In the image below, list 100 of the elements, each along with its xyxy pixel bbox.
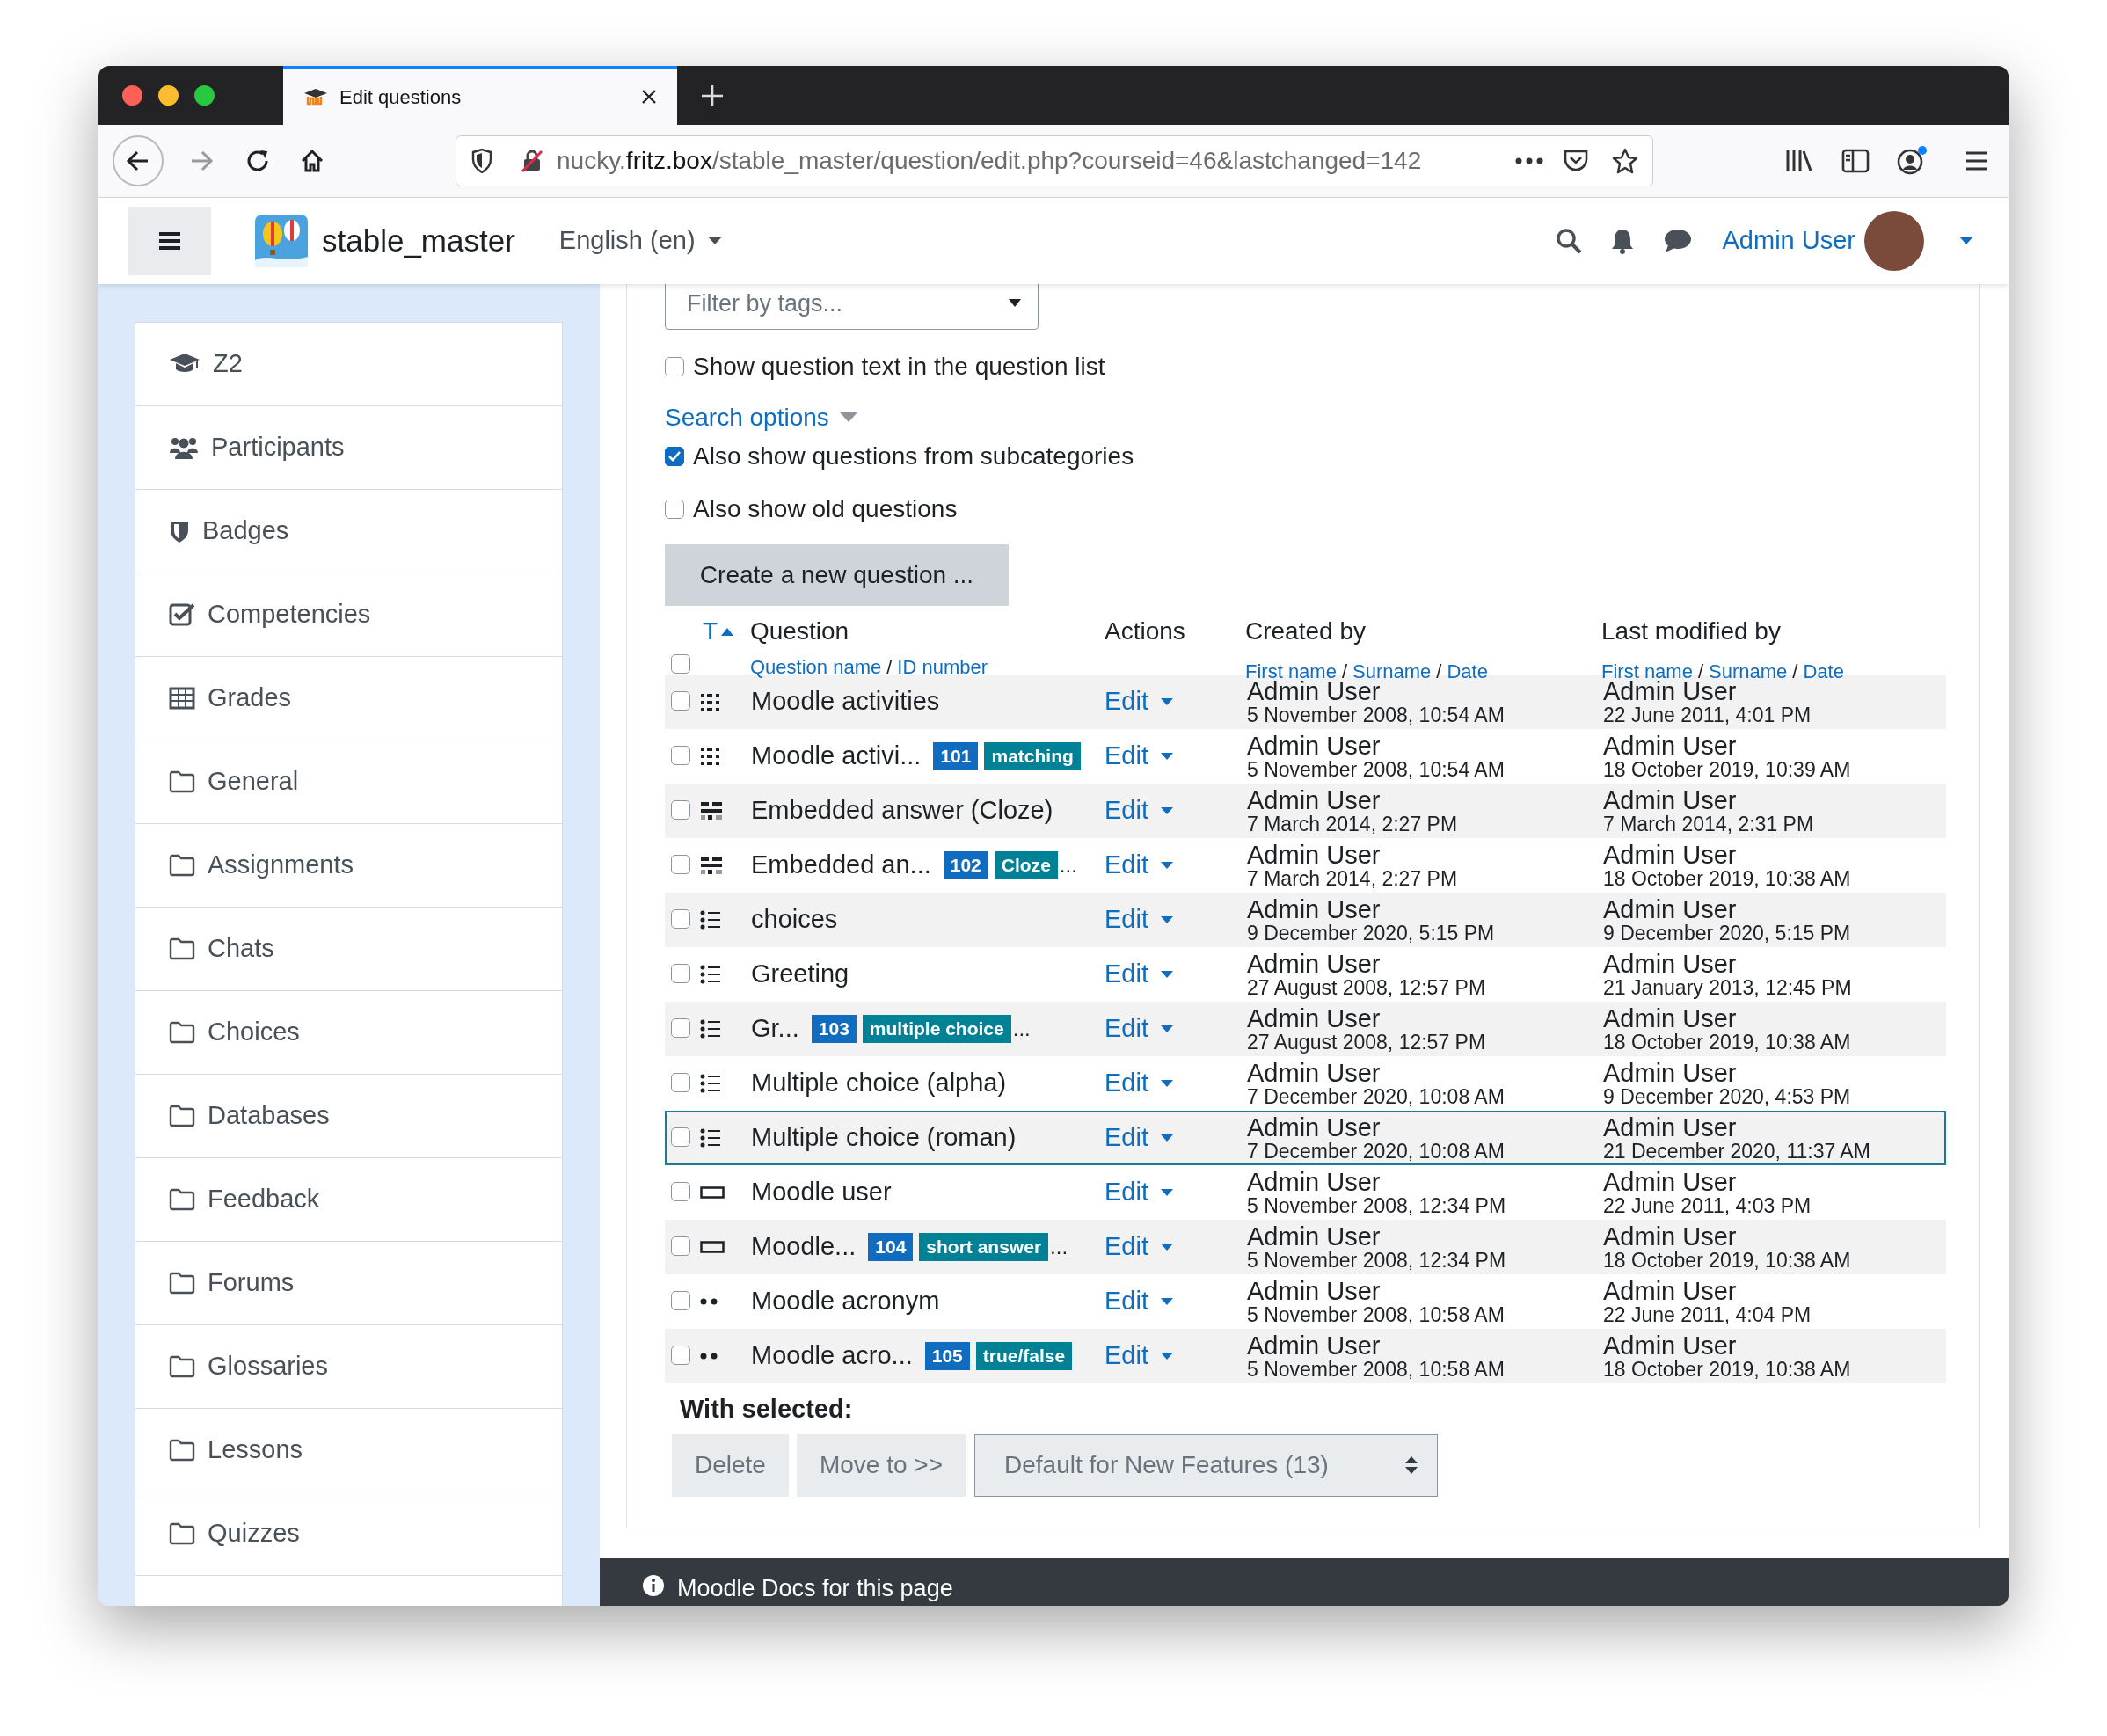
zoom-window-button[interactable] xyxy=(194,85,215,106)
edit-menu-link[interactable]: Edit xyxy=(1105,846,1173,885)
checkbox[interactable] xyxy=(671,963,690,983)
language-menu[interactable]: English (en) xyxy=(558,222,722,260)
question-row[interactable]: Multiple choice (roman) Edit Admin User 7 December 2020, 10:08 AM Admin User 21 December 2020, 11:37 AM xyxy=(665,1111,1946,1165)
search-icon[interactable] xyxy=(1555,228,1582,254)
caret-icon[interactable] xyxy=(1959,237,1973,245)
balloons-logo[interactable] xyxy=(255,215,308,267)
checkbox[interactable] xyxy=(671,1290,690,1310)
bell-icon[interactable] xyxy=(1609,228,1635,254)
checkbox[interactable] xyxy=(665,357,684,376)
checkbox[interactable] xyxy=(671,1181,690,1201)
sidebar-item[interactable]: Forums xyxy=(135,1242,562,1325)
question-row[interactable]: Moodle acro... 105 true/false Edit Admin User 5 November 2008, 10:58 AM Admin User 18 October 2019, 10:38 AM xyxy=(665,1329,1946,1383)
checkbox[interactable] xyxy=(671,1018,690,1038)
insecure-lock-icon[interactable] xyxy=(520,149,544,173)
modified-date: 22 June 2011, 4:03 PM xyxy=(1603,1195,1812,1217)
created-date: 5 November 2008, 12:34 PM xyxy=(1247,1195,1507,1217)
category-select[interactable]: Default for New Features (13) xyxy=(974,1433,1439,1497)
user-menu-link[interactable]: Admin User xyxy=(1722,222,1855,260)
chat-icon[interactable] xyxy=(1662,228,1693,254)
bulk-action-button[interactable]: Move to >> xyxy=(796,1433,966,1497)
folder-icon xyxy=(169,770,195,793)
id-badge: 104 xyxy=(868,1233,914,1261)
checkbox[interactable] xyxy=(671,1345,690,1365)
checkbox[interactable] xyxy=(671,654,690,674)
folder-icon xyxy=(169,854,195,877)
browser-tab[interactable]: Edit questions xyxy=(283,66,677,125)
sidebar-icon[interactable] xyxy=(1841,149,1870,173)
sidebar-item[interactable]: Choices xyxy=(135,991,562,1075)
tag-filter-field[interactable]: Filter by tags... xyxy=(665,284,1039,330)
sidebar-item[interactable]: Z2 xyxy=(135,323,562,406)
creator-name: Admin User xyxy=(1247,786,1382,814)
question-row[interactable]: Embedded answer (Cloze) Edit Admin User 7 March 2014, 2:27 PM Admin User 7 March 2014, 2:31 PM xyxy=(665,784,1946,838)
question-row[interactable]: choices Edit Admin User 9 December 2020, 5:15 PM Admin User 9 December 2020, 5:15 PM xyxy=(665,893,1946,947)
create-question-button[interactable]: Create a new question ... xyxy=(665,544,1009,606)
edit-menu-link[interactable]: Edit xyxy=(1105,1173,1173,1212)
modifier-name: Admin User xyxy=(1603,1004,1738,1032)
close-window-button[interactable] xyxy=(122,85,142,106)
edit-menu-link[interactable]: Edit xyxy=(1105,955,1173,994)
question-row[interactable]: Gr... 103 multiple choice ... Edit Admin User 27 August 2008, 12:57 PM Admin User 18 October 2019, 10:38 AM xyxy=(665,1002,1946,1056)
checkbox[interactable] xyxy=(671,690,690,711)
address-bar[interactable]: nucky.fritz.box/stable_master/question/edit.php?courseid=46&lastchanged=142 xyxy=(456,135,1653,186)
sidebar-item[interactable]: Participants xyxy=(135,406,562,490)
question-row[interactable]: Moodle... 104 short answer ... Edit Admin User 5 November 2008, 12:34 PM Admin User 18 October 2019, 10:38 AM xyxy=(665,1220,1946,1274)
sidebar-item[interactable]: General xyxy=(135,740,562,824)
edit-menu-link[interactable]: Edit xyxy=(1105,1119,1173,1157)
created-date: 9 December 2020, 5:15 PM xyxy=(1247,923,1496,945)
sidebar-item[interactable]: Competencies xyxy=(135,573,562,657)
pocket-icon[interactable] xyxy=(1563,149,1589,173)
bulk-action-button[interactable]: Delete xyxy=(672,1433,789,1497)
checkbox-label[interactable]: Also show old questions xyxy=(693,491,958,528)
back-button[interactable] xyxy=(113,135,164,186)
sidebar-item[interactable]: Quizzes xyxy=(135,1492,562,1576)
minimize-window-button[interactable] xyxy=(158,85,179,106)
docs-link[interactable]: Moodle Docs for this page xyxy=(677,1574,953,1602)
edit-menu-link[interactable]: Edit xyxy=(1105,901,1173,939)
edit-menu-link[interactable]: Edit xyxy=(1105,1064,1173,1103)
modifier-name: Admin User xyxy=(1603,786,1738,814)
edit-menu-link[interactable]: Edit xyxy=(1105,737,1173,776)
checkbox-label[interactable]: Also show questions from subcategories xyxy=(693,438,1134,475)
sort-type-link[interactable]: T xyxy=(700,613,748,650)
home-icon[interactable] xyxy=(299,148,325,174)
checkbox[interactable] xyxy=(671,1072,690,1092)
menu-icon[interactable] xyxy=(1965,150,1989,171)
modified-date: 22 June 2011, 4:04 PM xyxy=(1603,1304,1812,1326)
star-icon[interactable] xyxy=(1612,148,1638,174)
account-icon[interactable] xyxy=(1896,146,1928,176)
checkbox[interactable] xyxy=(671,1236,690,1256)
sidebar-item[interactable]: Badges xyxy=(135,490,562,573)
checkbox[interactable] xyxy=(671,854,690,874)
site-name[interactable]: stable_master xyxy=(322,217,515,265)
checkbox[interactable] xyxy=(671,745,690,765)
checkbox-label[interactable]: Show question text in the question list xyxy=(693,348,1105,385)
edit-menu-link[interactable]: Edit xyxy=(1105,1228,1173,1266)
close-icon[interactable] xyxy=(640,88,658,106)
library-icon[interactable] xyxy=(1785,149,1813,173)
new-tab-icon[interactable] xyxy=(700,83,725,108)
creator-name: Admin User xyxy=(1247,1113,1382,1142)
sidebar-item[interactable]: Grades xyxy=(135,657,562,740)
edit-menu-link[interactable]: Edit xyxy=(1105,1337,1173,1375)
checkbox[interactable] xyxy=(671,1127,690,1147)
edit-menu-link[interactable]: Edit xyxy=(1105,682,1173,721)
edit-menu-link[interactable]: Edit xyxy=(1105,1282,1173,1321)
checkbox[interactable] xyxy=(671,799,690,820)
edit-menu-link[interactable]: Edit xyxy=(1105,1010,1173,1048)
edit-menu-link[interactable]: Edit xyxy=(1105,791,1173,830)
sidebar-item[interactable]: Glossaries xyxy=(135,1325,562,1409)
sidebar-item[interactable]: Feedback xyxy=(135,1158,562,1242)
search-options-link[interactable]: Search options xyxy=(665,399,857,436)
checkbox[interactable] xyxy=(665,447,684,466)
sidebar-item[interactable]: Lessons xyxy=(135,1409,562,1492)
menu-button[interactable] xyxy=(128,207,211,275)
sidebar-item[interactable]: Assignments xyxy=(135,824,562,908)
checkbox[interactable] xyxy=(671,908,690,929)
shield-icon[interactable] xyxy=(470,149,493,173)
sidebar-item[interactable]: Databases xyxy=(135,1075,562,1158)
more-icon[interactable] xyxy=(1515,157,1543,164)
sidebar-item[interactable]: Chats xyxy=(135,908,562,991)
checkbox[interactable] xyxy=(665,500,684,519)
